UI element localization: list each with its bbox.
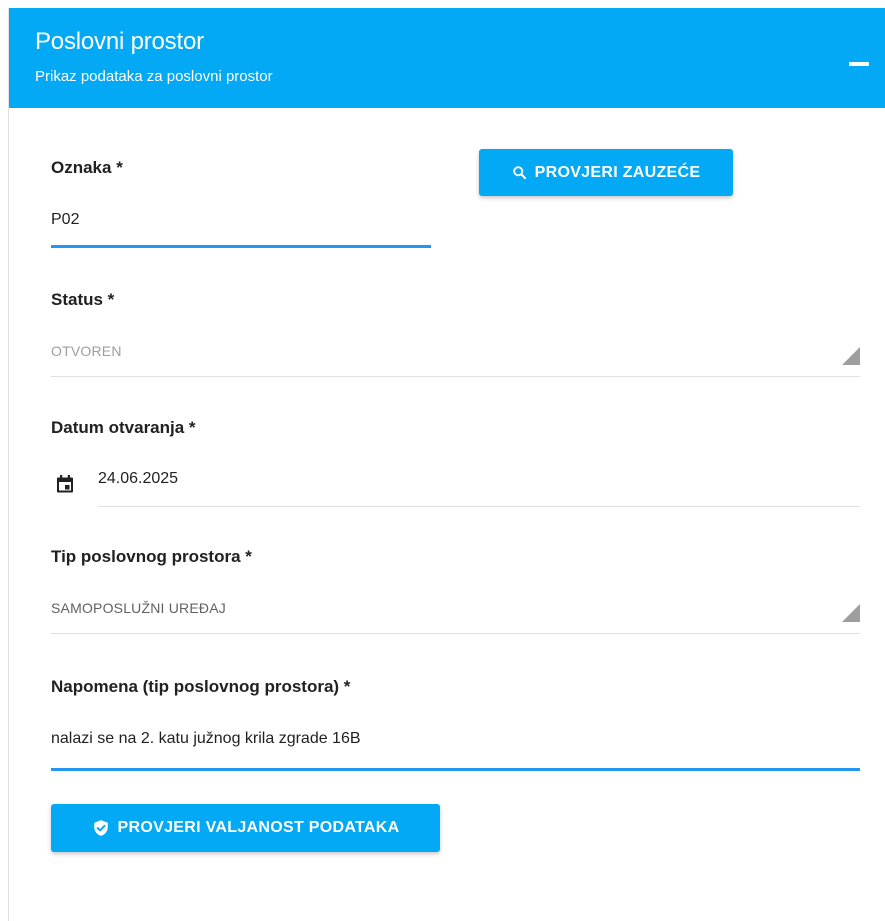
minus-icon xyxy=(849,62,869,66)
card-header: Poslovni prostor Prikaz podataka za posl… xyxy=(9,8,885,108)
status-underline xyxy=(51,376,860,377)
napomena-input[interactable]: nalazi se na 2. katu južnog krila zgrade… xyxy=(51,730,361,748)
oznaka-label: Oznaka * xyxy=(51,158,123,177)
card-title: Poslovni prostor xyxy=(35,28,204,55)
dropdown-arrow-icon[interactable] xyxy=(842,604,860,622)
tip-label: Tip poslovnog prostora * xyxy=(51,547,252,566)
check-occupancy-button[interactable]: PROVJERI ZAUZEĆE xyxy=(479,149,733,196)
dropdown-arrow-icon[interactable] xyxy=(842,347,860,365)
napomena-underline xyxy=(51,768,860,771)
validate-data-button[interactable]: PROVJERI VALJANOST PODATAKA xyxy=(51,804,440,852)
calendar-icon[interactable] xyxy=(55,474,75,494)
status-label: Status * xyxy=(51,290,115,309)
datum-label: Datum otvaranja * xyxy=(51,418,196,437)
oznaka-underline xyxy=(51,245,431,248)
validate-data-label: PROVJERI VALJANOST PODATAKA xyxy=(117,819,400,836)
datum-underline xyxy=(98,506,860,507)
tip-underline xyxy=(51,633,860,634)
napomena-label: Napomena (tip poslovnog prostora) * xyxy=(51,677,351,696)
tip-select[interactable]: SAMOPOSLUŽNI UREĐAJ xyxy=(51,600,226,616)
datum-input[interactable]: 24.06.2025 xyxy=(98,470,178,488)
shield-check-icon xyxy=(93,820,108,836)
card-subtitle: Prikaz podataka za poslovni prostor xyxy=(35,68,273,85)
business-premises-card: Poslovni prostor Prikaz podataka za posl… xyxy=(8,8,885,921)
check-occupancy-label: PROVJERI ZAUZEĆE xyxy=(534,163,701,181)
search-icon xyxy=(512,166,526,180)
collapse-button[interactable] xyxy=(843,48,873,78)
status-select[interactable]: OTVOREN xyxy=(51,343,122,359)
oznaka-input[interactable]: P02 xyxy=(51,211,79,229)
